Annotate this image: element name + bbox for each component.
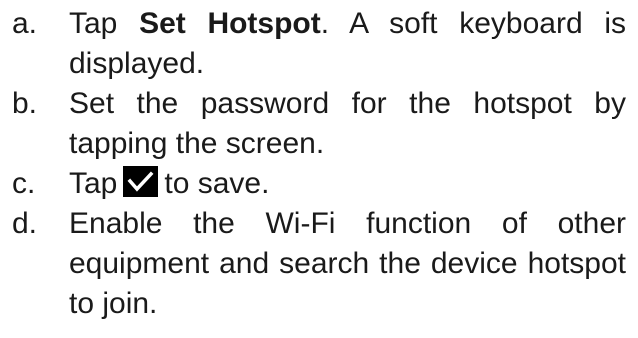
set-hotspot-label: Set Hotspot — [139, 7, 321, 40]
step-marker: d. — [12, 207, 38, 240]
step-text: Tap Set Hotspot. A soft keyboard is disp… — [69, 4, 626, 84]
step-c: c. Tap to save. — [12, 164, 626, 204]
step-b: b. Set the password for the hotspot by t… — [12, 84, 626, 164]
step-a: a. Tap Set Hotspot. A soft keyboard is d… — [12, 4, 626, 84]
step-marker: b. — [12, 87, 38, 120]
step-marker: a. — [12, 7, 38, 40]
step-text: Tap to save. — [69, 164, 626, 204]
step-d: d. Enable the Wi-Fi function of other eq… — [12, 204, 626, 324]
instruction-steps: a. Tap Set Hotspot. A soft keyboard is d… — [12, 4, 626, 324]
step-text: Enable the Wi-Fi function of other equip… — [69, 207, 626, 320]
step-text: Set the password for the hotspot by tapp… — [69, 87, 626, 160]
step-marker: c. — [12, 167, 36, 200]
step-prefix: Tap — [69, 7, 140, 40]
step-suffix: to save. — [164, 167, 270, 200]
step-prefix: Tap — [69, 167, 118, 200]
checkmark-icon — [123, 166, 159, 197]
